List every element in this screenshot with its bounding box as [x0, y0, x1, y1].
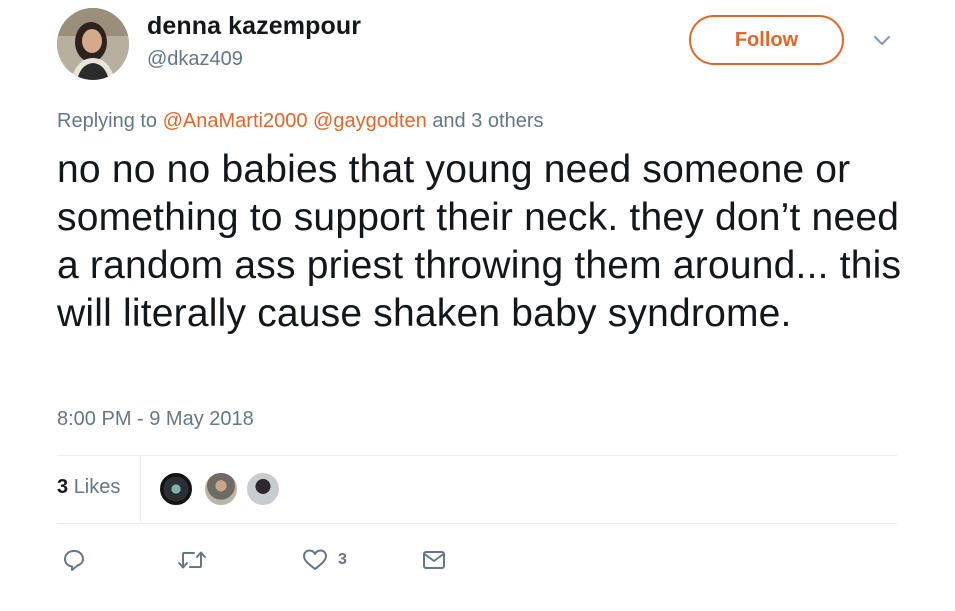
envelope-icon: [422, 549, 446, 571]
stats-separator: [140, 456, 141, 522]
user-avatar[interactable]: [57, 8, 129, 80]
reply-others[interactable]: and 3 others: [432, 110, 543, 132]
chevron-down-icon[interactable]: [872, 34, 892, 48]
direct-message-button[interactable]: [422, 546, 446, 574]
like-count: 3: [338, 551, 347, 568]
follow-button[interactable]: Follow: [689, 15, 844, 65]
mention-link[interactable]: @AnaMarti2000: [163, 110, 308, 132]
tweet-timestamp[interactable]: 8:00 PM - 9 May 2018: [57, 408, 254, 431]
liker-avatar[interactable]: [158, 471, 194, 507]
likes-label: Likes: [73, 476, 121, 498]
liker-avatar[interactable]: [203, 471, 239, 507]
reply-icon: [62, 548, 86, 572]
heart-icon: [302, 548, 328, 572]
divider: [57, 455, 897, 456]
likes-count: 3: [57, 476, 69, 498]
retweet-button[interactable]: [177, 546, 207, 574]
reply-context: Replying to @AnaMarti2000 @gaygodten and…: [57, 110, 544, 133]
like-button[interactable]: 3: [302, 546, 347, 574]
tweet-card: denna kazempour @dkaz409 Follow Replying…: [0, 0, 955, 611]
tweet-text: no no no babies that young need someone …: [57, 148, 902, 335]
reply-button[interactable]: [62, 546, 86, 574]
mention-link[interactable]: @gaygodten: [313, 110, 427, 132]
display-name[interactable]: denna kazempour: [147, 12, 361, 41]
likes-stat[interactable]: 3 Likes: [57, 476, 120, 499]
user-handle[interactable]: @dkaz409: [147, 48, 243, 71]
liker-avatar[interactable]: [245, 471, 281, 507]
divider: [57, 523, 897, 524]
reply-prefix: Replying to: [57, 110, 158, 132]
retweet-icon: [177, 548, 207, 572]
